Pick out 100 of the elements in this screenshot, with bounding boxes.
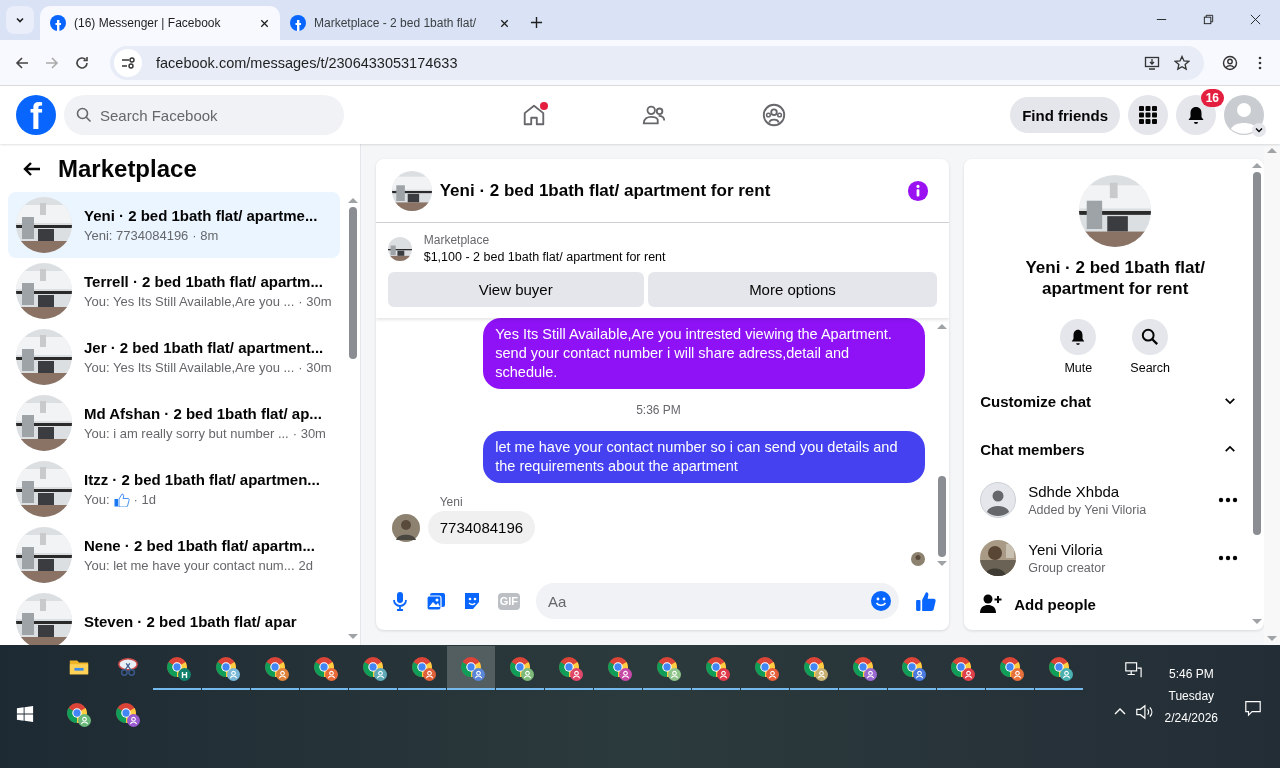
listing-label: Marketplace — [423, 233, 491, 247]
notification-center-icon[interactable] — [1244, 699, 1262, 717]
section-header[interactable]: Customize chat — [980, 379, 1251, 423]
search-button[interactable] — [1132, 319, 1169, 355]
facebook-icon — [50, 15, 66, 31]
star-icon[interactable] — [1174, 54, 1190, 71]
chat-item[interactable]: Jer · 2 bed 1bath flat/ apartment... You: Yes Its Still Available,Are you ... · 30m — [8, 324, 340, 390]
close-icon[interactable] — [259, 17, 270, 29]
chat-item[interactable]: Steven · 2 bed 1bath flat/ apar — [8, 588, 340, 645]
message-time: · 30m — [292, 426, 326, 441]
default-avatar-icon — [980, 482, 1017, 518]
menu-button[interactable] — [1128, 95, 1168, 135]
sidebar-title: Marketplace — [58, 155, 197, 183]
chevron-down-icon — [1224, 395, 1237, 407]
clock[interactable]: 5:46 PM Tuesday 2/24/2026 — [1164, 659, 1218, 729]
chrome-taskbar-button[interactable]: H — [153, 646, 201, 690]
new-tab-icon[interactable] — [530, 16, 543, 29]
message-time: 2d — [298, 558, 313, 573]
install-app-icon[interactable] — [1144, 54, 1160, 71]
scrollbar-thumb[interactable] — [1253, 172, 1262, 536]
message-preview: You: Yes Its Still Available,Are you ... — [84, 360, 295, 375]
chat-title: Jer · 2 bed 1bath flat/ apartment... — [84, 339, 325, 356]
chat-item[interactable]: Itzz · 2 bed 1bath flat/ apartmen... You: · 1d — [8, 456, 340, 522]
sent-message: Yes Its Still Available,Are you intrested viewing the Apartment. send your contact number i will share adress,detail and schedule. — [483, 318, 926, 389]
chat-item[interactable]: Md Afshan · 2 bed 1bath flat/ ap... You: i am really sorry but number ... · 30m — [8, 390, 340, 456]
grid-icon — [1138, 105, 1158, 125]
received-message: 7734084196 — [427, 511, 536, 544]
restore-icon[interactable] — [1202, 13, 1215, 26]
profile-badge: H — [178, 668, 191, 681]
message-preview: You: — [84, 492, 110, 507]
message-time: · 1d — [133, 492, 156, 507]
conversation-title: Yeni · 2 bed 1bath flat/ apartment for rent — [439, 180, 771, 201]
sender-name: Yeni — [439, 495, 464, 509]
timestamp: 5:36 PM — [635, 403, 682, 417]
browser-tab[interactable]: Marketplace - 2 bed 1bath flat/ — [280, 6, 520, 40]
notification-dot — [540, 102, 548, 110]
avatar-icon — [1224, 95, 1264, 135]
chat-title: Nene · 2 bed 1bath flat/ apartm... — [84, 537, 315, 554]
chevron-up-icon — [1224, 443, 1237, 455]
chat-title: Steven · 2 bed 1bath flat/ apar — [84, 612, 297, 630]
chat-item[interactable]: Nene · 2 bed 1bath flat/ apartm... You: let me have your contact num... 2d — [8, 522, 340, 588]
bell-icon — [1186, 105, 1206, 125]
home-icon — [521, 102, 547, 128]
close-icon[interactable] — [1249, 13, 1262, 26]
browser-tab[interactable]: (16) Messenger | Facebook — [40, 6, 280, 40]
message-preview: You: let me have your contact num... — [84, 558, 295, 573]
message-preview: You: Yes Its Still Available,Are you ... — [84, 294, 295, 309]
more-icon[interactable] — [1218, 497, 1239, 503]
emoji-icon[interactable] — [871, 591, 892, 611]
action-label: Mute — [1064, 361, 1093, 375]
windows-start-icon[interactable] — [16, 705, 34, 723]
back-icon[interactable] — [14, 54, 30, 71]
notification-count: 16 — [1200, 89, 1224, 107]
chat-title: Md Afshan · 2 bed 1bath flat/ ap... — [84, 405, 323, 422]
find-friends-button[interactable]: Find friends — [1010, 97, 1120, 133]
info-icon[interactable] — [907, 179, 930, 202]
more-options-button[interactable]: More options — [647, 272, 938, 307]
seen-avatar-icon — [911, 552, 926, 566]
conversation-name: Yeni · 2 bed 1bath flat/ apartment for rent — [1024, 257, 1206, 299]
reload-icon[interactable] — [74, 54, 90, 71]
message-time: · 30m — [298, 360, 332, 375]
more-icon[interactable] — [1218, 555, 1239, 561]
chevron-down-icon — [1252, 123, 1266, 137]
facebook-logo[interactable]: f — [16, 95, 56, 135]
add-people-button[interactable]: Add people — [980, 587, 1251, 621]
site-info-icon[interactable] — [114, 48, 142, 77]
image-icon[interactable] — [425, 591, 446, 611]
scrollbar-thumb[interactable] — [348, 207, 357, 360]
facebook-icon — [290, 15, 306, 31]
scrollbar-thumb[interactable] — [938, 476, 947, 557]
sent-message: let me have your contact number so i can send you details and the requirements about the apartment — [483, 431, 926, 483]
message-preview: You: i am really sorry but number ... — [84, 426, 289, 441]
close-icon[interactable] — [499, 17, 510, 29]
volume-icon[interactable] — [1134, 703, 1153, 721]
thumbs-up-icon[interactable] — [915, 590, 938, 612]
search-field[interactable]: Search Facebook — [64, 95, 344, 135]
chrome-taskbar-button[interactable] — [447, 646, 495, 690]
people-circle-icon — [761, 102, 787, 128]
member-role: Added by Yeni Viloria — [1028, 503, 1148, 517]
message-preview: Yeni: 7734084196 — [84, 228, 189, 243]
thumbs-up-icon — [113, 492, 130, 507]
search-icon — [1141, 328, 1160, 346]
view-buyer-button[interactable]: View buyer — [387, 272, 644, 307]
member-name: Sdhde Xhbda — [1028, 483, 1121, 500]
section-header[interactable]: Chat members — [980, 427, 1251, 471]
message-time: · 30m — [298, 294, 332, 309]
chat-item[interactable]: Yeni · 2 bed 1bath flat/ apartme... Yeni: 7734084196 · 8m — [8, 192, 340, 258]
address-bar[interactable]: facebook.com/messages/t/2306433053174633 — [110, 45, 1204, 80]
chat-item[interactable]: Terrell · 2 bed 1bath flat/ apartm... You: Yes Its Still Available,Are you ... · 30m — [8, 258, 340, 324]
action-label: Search — [1130, 361, 1170, 375]
search-icon — [76, 107, 92, 123]
member-name: Yeni Viloria — [1028, 541, 1104, 558]
add-person-icon — [980, 594, 1003, 614]
network-icon[interactable] — [1123, 661, 1142, 679]
mute-button[interactable] — [1060, 319, 1097, 355]
profile-icon[interactable] — [1222, 54, 1238, 71]
chat-title: Yeni · 2 bed 1bath flat/ apartme... — [84, 207, 318, 224]
chrome-icon — [166, 656, 188, 678]
scissors-icon — [117, 656, 139, 678]
message-field[interactable]: Aa — [536, 583, 900, 619]
